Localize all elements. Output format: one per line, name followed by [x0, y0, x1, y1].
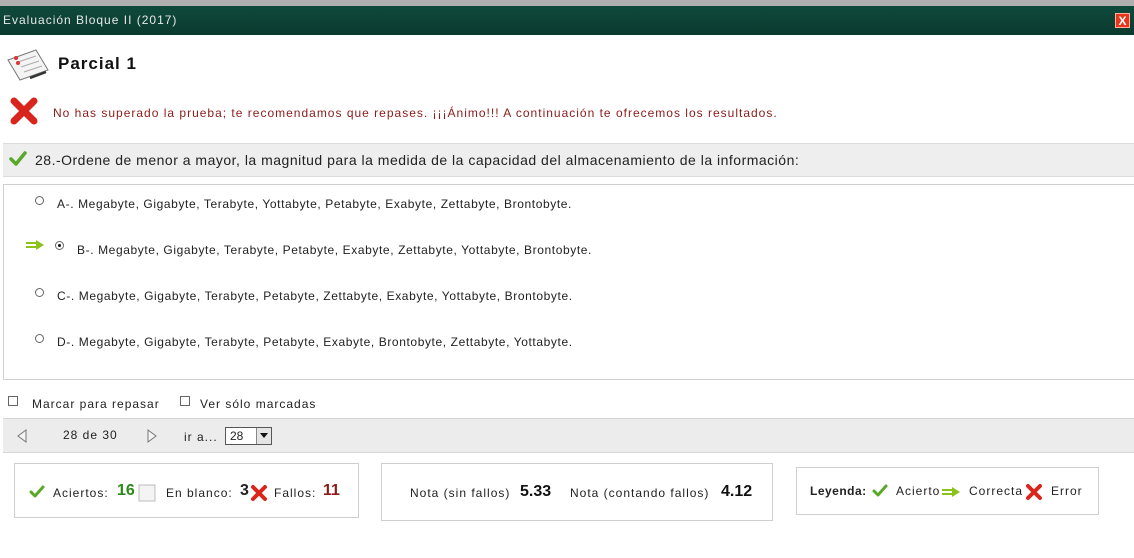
arrow-right-icon [26, 240, 44, 250]
aciertos-value: 16 [117, 482, 135, 499]
check-icon [872, 484, 888, 497]
legend-error: Error [1051, 484, 1083, 498]
window-titlebar: Evaluación Bloque II (2017) X [0, 6, 1134, 35]
show-marked-label[interactable]: Ver sólo marcadas [200, 397, 316, 411]
blanco-value: 3 [240, 482, 249, 499]
nota-sin-fallos-value: 5.33 [520, 483, 552, 500]
answer-a-label[interactable]: A-. Megabyte, Gigabyte, Terabyte, Yottab… [57, 197, 572, 211]
close-button[interactable]: X [1115, 13, 1130, 28]
error-x-icon [1026, 484, 1042, 500]
answers-list: A-. Megabyte, Gigabyte, Terabyte, Yottab… [3, 184, 1134, 380]
answer-b-label[interactable]: B-. Megabyte, Gigabyte, Terabyte, Petaby… [77, 243, 592, 257]
next-arrow-icon[interactable] [147, 429, 157, 443]
error-x-icon [251, 485, 267, 501]
aciertos-label: Aciertos: [53, 486, 109, 500]
answer-d-label[interactable]: D-. Megabyte, Gigabyte, Terabyte, Petaby… [57, 335, 573, 349]
nota-contando-fallos-value: 4.12 [721, 483, 753, 500]
goto-label: ir a... [184, 430, 218, 444]
legend-correcta: Correcta [969, 484, 1024, 498]
answer-d-radio[interactable] [35, 334, 44, 343]
page-title: Parcial 1 [58, 54, 137, 73]
answer-a-radio[interactable] [35, 196, 44, 205]
answer-c-radio[interactable] [35, 288, 44, 297]
check-icon [9, 151, 27, 166]
mark-review-label[interactable]: Marcar para repasar [32, 397, 160, 411]
blank-box-icon [138, 484, 156, 502]
window-title: Evaluación Bloque II (2017) [3, 13, 178, 27]
page-position: 28 de 30 [63, 428, 118, 442]
nota-contando-fallos-label: Nota (contando fallos) [570, 486, 710, 500]
legend-panel: Leyenda: Acierto Correcta Error [796, 467, 1099, 515]
score-counts-panel: Aciertos: 16 En blanco: 3 Fallos: 11 [14, 463, 359, 518]
prev-arrow-icon[interactable] [17, 429, 27, 443]
fallos-label: Fallos: [274, 486, 317, 500]
answer-c-label[interactable]: C-. Megabyte, Gigabyte, Terabyte, Petaby… [57, 289, 573, 303]
question-text: 28.-Ordene de menor a mayor, la magnitud… [35, 152, 800, 168]
exam-paper-icon [7, 49, 49, 81]
question-header: 28.-Ordene de menor a mayor, la magnitud… [3, 143, 1134, 177]
check-icon [29, 485, 45, 498]
goto-select-value: 28 [230, 429, 244, 443]
arrow-right-icon [942, 487, 960, 497]
pagination-bar: 28 de 30 ir a... 28 [3, 418, 1134, 453]
legend-label: Leyenda: [810, 484, 867, 498]
answer-b-radio[interactable] [55, 241, 64, 250]
mark-review-checkbox[interactable] [8, 396, 18, 406]
nota-sin-fallos-label: Nota (sin fallos) [410, 486, 511, 500]
legend-acierto: Acierto [896, 484, 941, 498]
show-marked-checkbox[interactable] [180, 396, 190, 406]
blanco-label: En blanco: [166, 486, 233, 500]
chevron-down-icon[interactable] [256, 428, 271, 444]
error-x-icon [10, 97, 38, 125]
grade-panel: Nota (sin fallos) 5.33 Nota (contando fa… [381, 463, 773, 521]
goto-select[interactable]: 28 [225, 427, 272, 445]
result-message: No has superado la prueba; te recomendam… [53, 106, 778, 120]
fallos-value: 11 [323, 482, 340, 499]
